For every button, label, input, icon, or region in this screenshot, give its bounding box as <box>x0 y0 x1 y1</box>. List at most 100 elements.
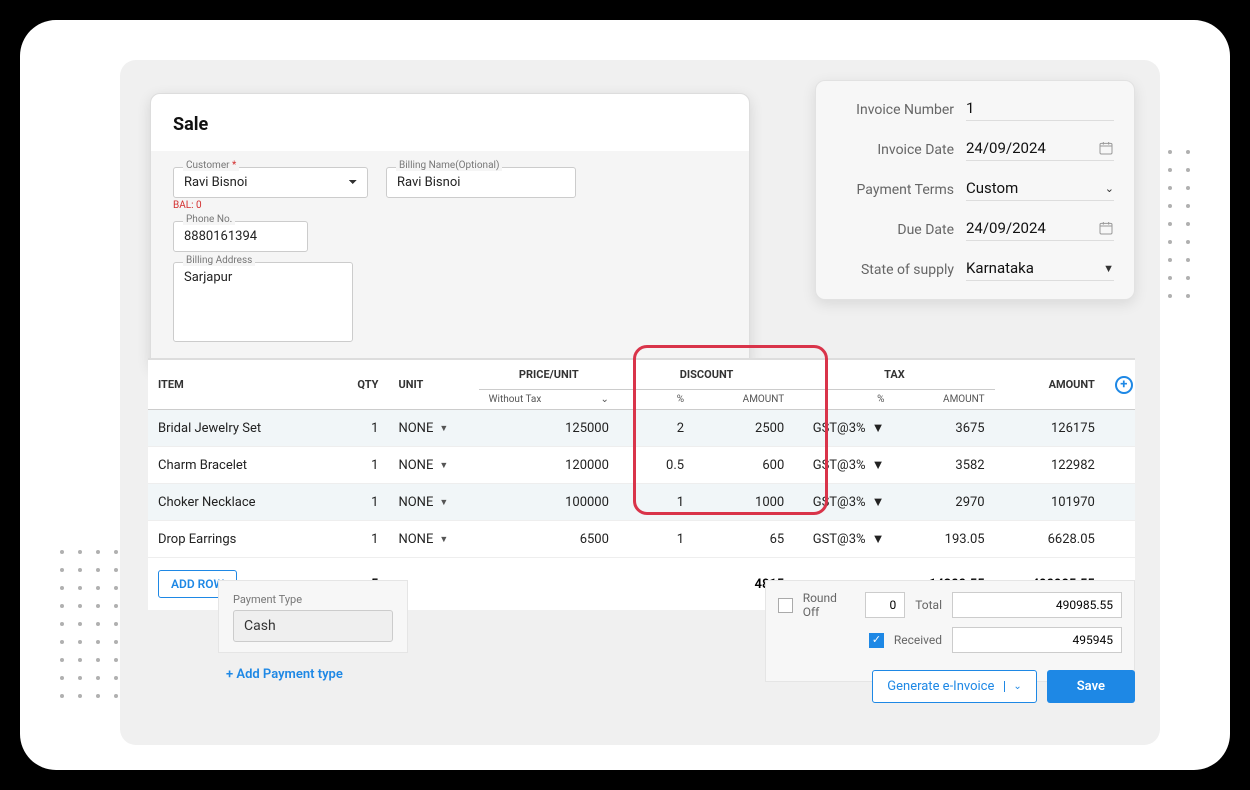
received-checkbox[interactable] <box>869 633 884 648</box>
table-row[interactable]: Drop Earrings 1 NONE▼ 6500 1 65 GST@3%▼ … <box>148 521 1135 558</box>
customer-balance: BAL: 0 <box>173 200 368 211</box>
cell-unit[interactable]: NONE▼ <box>388 410 478 447</box>
cell-unit[interactable]: NONE▼ <box>388 447 478 484</box>
cell-qty[interactable]: 1 <box>298 447 388 484</box>
cell-unit[interactable]: NONE▼ <box>388 521 478 558</box>
caret-down-icon[interactable]: ▼ <box>439 497 448 508</box>
add-column-icon[interactable]: + <box>1115 376 1133 394</box>
calendar-icon[interactable] <box>1098 140 1114 156</box>
billing-name-input[interactable] <box>386 167 576 198</box>
cell-tax-amt[interactable]: 2970 <box>894 484 994 521</box>
cell-tax-amt[interactable]: 3582 <box>894 447 994 484</box>
due-date-input[interactable] <box>966 219 1090 237</box>
col-disc-amt: AMOUNT <box>694 390 794 410</box>
tax-mode-select[interactable]: Without Tax⌄ <box>489 394 609 405</box>
sale-card: Sale Customer * Ravi Bisnoi BAL: 0 Billi… <box>150 93 750 369</box>
invoice-card: Invoice Number Invoice Date Payment Term… <box>815 80 1135 300</box>
col-tax-pct: % <box>794 390 894 410</box>
round-off-input[interactable] <box>865 592 905 618</box>
table-row[interactable]: Charm Bracelet 1 NONE▼ 120000 0.5 600 GS… <box>148 447 1135 484</box>
round-off-checkbox[interactable] <box>778 598 793 613</box>
cell-tax-pct[interactable]: GST@3%▼ <box>794 484 894 521</box>
cell-unit[interactable]: NONE▼ <box>388 484 478 521</box>
caret-down-icon[interactable]: ▼ <box>1103 262 1114 275</box>
cell-disc-pct[interactable]: 0.5 <box>619 447 694 484</box>
cell-tax-pct[interactable]: GST@3%▼ <box>794 521 894 558</box>
phone-input[interactable] <box>173 221 308 252</box>
received-input[interactable] <box>952 627 1122 653</box>
table-row[interactable]: Choker Necklace 1 NONE▼ 100000 1 1000 GS… <box>148 484 1135 521</box>
cell-tax-amt[interactable]: 3675 <box>894 410 994 447</box>
sale-title: Sale <box>173 114 727 135</box>
caret-down-icon[interactable]: ▼ <box>439 534 448 545</box>
cell-price[interactable]: 125000 <box>479 410 619 447</box>
chevron-down-icon[interactable]: ⌄ <box>1105 182 1114 195</box>
col-item: ITEM <box>148 360 298 410</box>
total-value <box>952 592 1122 618</box>
cell-disc-pct[interactable]: 2 <box>619 410 694 447</box>
total-label: Total <box>915 598 942 612</box>
cell-amount[interactable]: 101970 <box>995 484 1105 521</box>
cell-disc-amt[interactable]: 600 <box>694 447 794 484</box>
caret-down-icon[interactable]: ▼ <box>872 457 885 473</box>
cell-disc-amt[interactable]: 1000 <box>694 484 794 521</box>
cell-disc-pct[interactable]: 1 <box>619 521 694 558</box>
caret-down-icon[interactable]: ▼ <box>439 423 448 434</box>
col-discount: DISCOUNT <box>619 360 794 390</box>
save-button[interactable]: Save <box>1047 670 1135 703</box>
cell-qty[interactable]: 1 <box>298 484 388 521</box>
state-supply-label: State of supply <box>836 262 954 278</box>
payment-terms-select[interactable] <box>966 179 1097 197</box>
chevron-down-icon[interactable]: ⌄ <box>1004 681 1021 692</box>
cell-tax-amt[interactable]: 193.05 <box>894 521 994 558</box>
caret-down-icon[interactable]: ▼ <box>872 420 885 436</box>
customer-select[interactable]: Ravi Bisnoi <box>173 167 368 198</box>
caret-down-icon[interactable]: ▼ <box>439 460 448 471</box>
customer-label: Customer * <box>183 160 239 171</box>
invoice-number-label: Invoice Number <box>836 102 954 118</box>
billing-name-label: Billing Name(Optional) <box>396 160 502 171</box>
cell-item[interactable]: Bridal Jewelry Set <box>148 410 298 447</box>
line-items-table: ITEM QTY UNIT PRICE/UNIT DISCOUNT TAX AM… <box>148 358 1135 610</box>
caret-down-icon[interactable]: ▼ <box>872 531 885 547</box>
generate-einvoice-button[interactable]: Generate e-Invoice⌄ <box>872 670 1036 703</box>
cell-disc-amt[interactable]: 2500 <box>694 410 794 447</box>
caret-down-icon[interactable]: ▼ <box>872 494 885 510</box>
payment-type-label: Payment Type <box>233 593 393 606</box>
invoice-date-input[interactable] <box>966 139 1090 157</box>
invoice-number-input[interactable] <box>966 99 1114 117</box>
round-off-label: Round Off <box>803 591 856 619</box>
state-supply-select[interactable] <box>966 259 1095 277</box>
payment-terms-label: Payment Terms <box>836 182 954 198</box>
cell-disc-amt[interactable]: 65 <box>694 521 794 558</box>
add-payment-type-button[interactable]: Add Payment type <box>226 667 408 682</box>
cell-amount[interactable]: 122982 <box>995 447 1105 484</box>
calendar-icon[interactable] <box>1098 220 1114 236</box>
phone-label: Phone No. <box>183 214 235 225</box>
col-unit: UNIT <box>388 360 478 410</box>
cell-qty[interactable]: 1 <box>298 410 388 447</box>
payment-type-box: Payment Type Cash <box>218 580 408 653</box>
cell-qty[interactable]: 1 <box>298 521 388 558</box>
cell-item[interactable]: Drop Earrings <box>148 521 298 558</box>
col-tax-amt: AMOUNT <box>894 390 994 410</box>
col-amount: AMOUNT <box>995 360 1105 410</box>
cell-amount[interactable]: 6628.05 <box>995 521 1105 558</box>
cell-item[interactable]: Choker Necklace <box>148 484 298 521</box>
col-price: PRICE/UNIT <box>479 360 619 390</box>
cell-tax-pct[interactable]: GST@3%▼ <box>794 410 894 447</box>
cell-disc-pct[interactable]: 1 <box>619 484 694 521</box>
billing-address-input[interactable]: Sarjapur <box>173 262 353 342</box>
cell-price[interactable]: 120000 <box>479 447 619 484</box>
cell-price[interactable]: 6500 <box>479 521 619 558</box>
col-tax: TAX <box>794 360 994 390</box>
cell-tax-pct[interactable]: GST@3%▼ <box>794 447 894 484</box>
due-date-label: Due Date <box>836 222 954 238</box>
cell-price[interactable]: 100000 <box>479 484 619 521</box>
cell-item[interactable]: Charm Bracelet <box>148 447 298 484</box>
cell-amount[interactable]: 126175 <box>995 410 1105 447</box>
col-qty: QTY <box>298 360 388 410</box>
table-row[interactable]: Bridal Jewelry Set 1 NONE▼ 125000 2 2500… <box>148 410 1135 447</box>
payment-type-select[interactable]: Cash <box>233 610 393 642</box>
billing-address-label: Billing Address <box>183 255 255 266</box>
